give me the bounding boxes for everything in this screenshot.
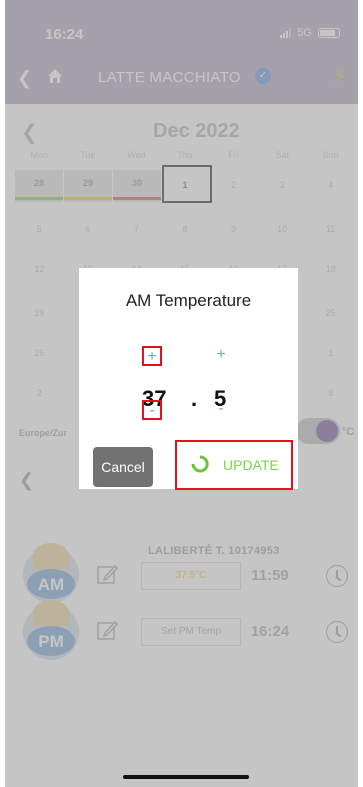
update-label: UPDATE — [223, 457, 279, 473]
decimal-plus-button[interactable]: + — [211, 346, 231, 366]
cancel-button[interactable]: Cancel — [93, 447, 153, 487]
integer-minus-button[interactable]: - — [142, 400, 162, 420]
phone-screen: 16:24 5G ❮ LATTE MACCHIATO ✓ ⚡︎ ❮ Dec 20… — [5, 0, 358, 787]
home-indicator — [123, 775, 249, 779]
refresh-icon — [191, 455, 209, 473]
decimal-minus-button[interactable]: - — [211, 400, 231, 420]
integer-plus-button[interactable]: + — [142, 346, 162, 366]
dialog-title: AM Temperature — [125, 291, 252, 310]
temperature-dialog: AM Temperature + + 37 . 5 - - Cancel UPD… — [79, 268, 298, 490]
update-button[interactable]: UPDATE — [175, 440, 293, 490]
decimal-separator: . — [191, 386, 198, 411]
